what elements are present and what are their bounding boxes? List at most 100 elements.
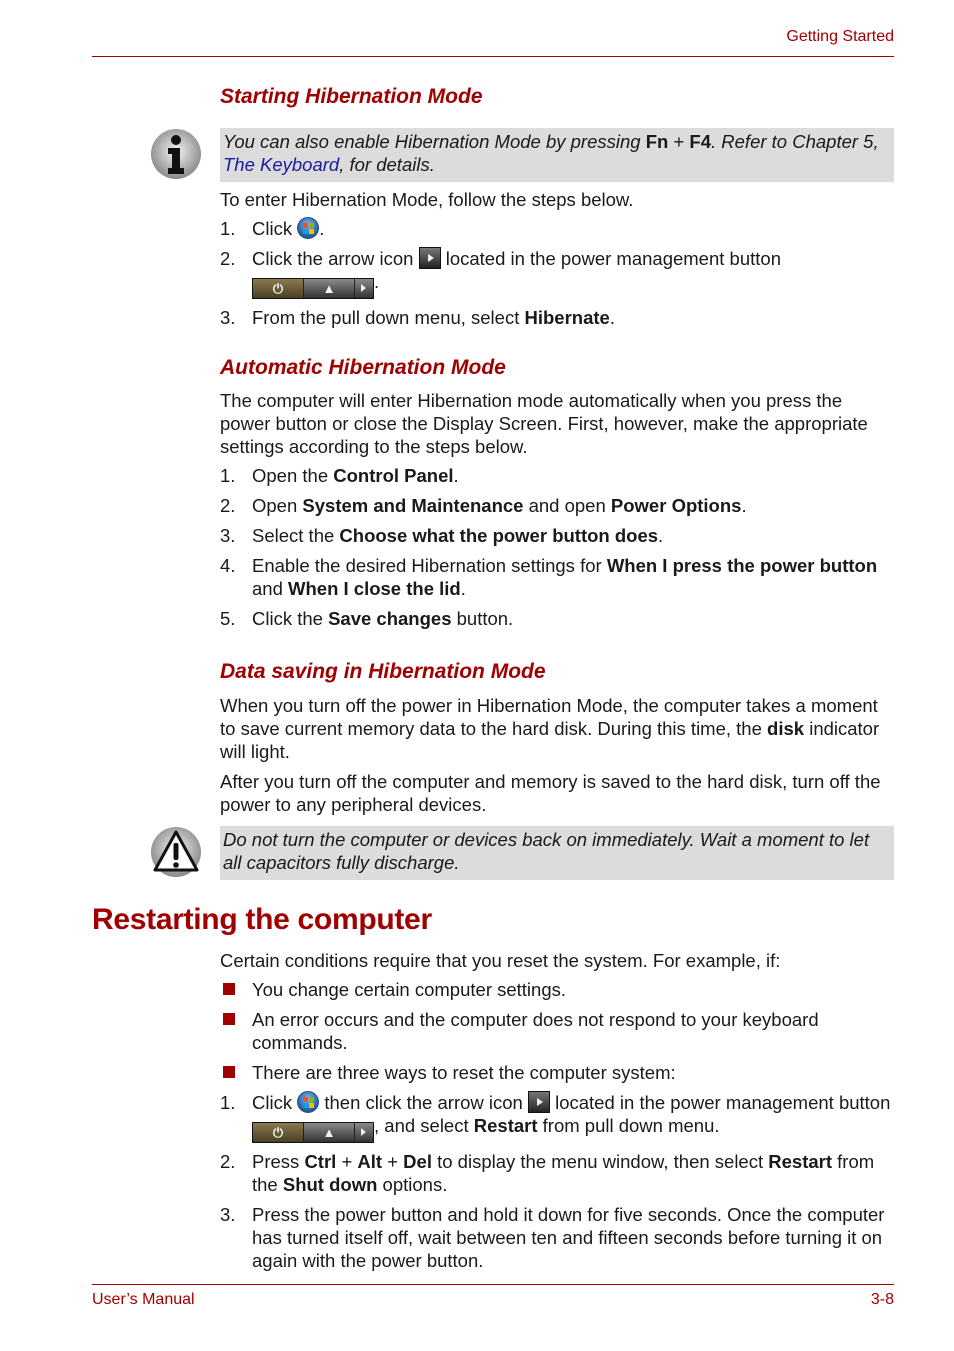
running-header: Getting Started [786,28,894,45]
steps-list: 1. Click . 2. Click the arrow icon located… [220,217,894,329]
step-text: button. [451,608,514,629]
step-text: Open the [252,465,334,486]
plus-sign: + [336,1151,358,1172]
lock-icon: ▲ [304,1123,355,1142]
step-text: Open [252,495,303,516]
footer-manual-title: User’s Manual [92,1291,195,1308]
step-text: to display the menu window, then select [431,1151,769,1172]
key-ctrl: Ctrl [304,1151,337,1172]
section-starting-hibernation-body: To enter Hibernation Mode, follow the st… [220,188,894,336]
plus-sign: + [668,131,690,152]
step-number: 1. [220,1092,236,1113]
step: 3. Press the power button and hold it dow… [220,1203,894,1272]
step-text: Click the arrow icon [252,248,419,269]
footer-divider [92,1284,894,1285]
step: 3. Select the Choose what the power butto… [220,524,894,547]
info-note: You can also enable Hibernation Mode by … [220,128,894,182]
key-alt: Alt [357,1151,383,1172]
step-text: Select the [252,525,340,546]
steps-list: 1. Open the Control Panel. 2. Open System … [220,464,894,630]
step-number: 2. [220,495,236,516]
step-number: 1. [220,218,236,239]
bullet-text: There are three ways to reset the comput… [252,1062,676,1083]
step-text: . [658,525,664,546]
square-bullet-icon [223,1013,235,1025]
step-number: 3. [220,525,236,546]
step-text: Press [252,1151,305,1172]
step-text: . [741,495,747,516]
step-bold: System and Maintenance [302,495,524,516]
steps-list: 1. Click then click the arrow icon locate… [220,1091,894,1272]
step-text: from pull down menu. [537,1115,720,1136]
bullet-text: An error occurs and the computer does no… [252,1009,819,1053]
step-bold: Control Panel [333,465,454,486]
bullet-item: There are three ways to reset the comput… [220,1061,894,1084]
bullet-item: You change certain computer settings. [220,978,894,1001]
arrow-button-icon [527,1091,550,1113]
power-management-button-icon: ⏻ ▲ [252,278,374,299]
section-title-data-saving: Data saving in Hibernation Mode [220,660,546,683]
step-text: Click [252,1092,298,1113]
step-text: From the pull down menu, select [252,307,525,328]
step: 2. Open System and Maintenance and open P… [220,494,894,517]
step: 4. Enable the desired Hibernation setting… [220,554,894,600]
step-text: located in the power management button [549,1092,891,1113]
lock-icon: ▲ [304,279,355,298]
step-text: . [319,218,325,239]
section-data-saving-body: When you turn off the power in Hibernati… [220,694,894,816]
windows-start-orb-icon [297,1091,320,1113]
step-bold: Hibernate [524,307,610,328]
warning-icon [150,826,202,878]
intro-text: To enter Hibernation Mode, follow the st… [220,189,634,210]
section-restarting-body: Certain conditions require that you rese… [220,949,894,1279]
section-automatic-hibernation-body: The computer will enter Hibernation mode… [220,389,894,637]
step-text: located in the power management button [440,248,781,269]
step: 2. Press Ctrl + Alt + Del to display the … [220,1150,894,1196]
step-bold: Power Options [610,495,742,516]
arrow-icon [355,1123,373,1142]
step-text: . [460,578,466,599]
bullet-item: An error occurs and the computer does no… [220,1008,894,1054]
step-text: . [374,271,380,292]
step: 1. Click . [220,217,894,240]
intro-text: Certain conditions require that you rese… [220,950,781,971]
bold-text: disk [767,718,805,739]
keyboard-chapter-link[interactable]: The Keyboard [223,154,339,175]
step-number: 2. [220,1151,236,1172]
step-number: 1. [220,465,236,486]
arrow-icon [355,279,373,298]
header-divider [92,56,894,57]
step-text: . [453,465,459,486]
step-text: Press the power button and hold it down … [252,1204,885,1271]
paragraph: After you turn off the computer and memo… [220,771,881,815]
arrow-button-icon [418,247,441,269]
power-icon: ⏻ [253,279,304,298]
key-del: Del [403,1151,432,1172]
step: 1. Open the Control Panel. [220,464,894,487]
heading-restarting-computer: Restarting the computer [92,903,432,936]
key-fn: Fn [645,131,669,152]
step-text: options. [377,1174,448,1195]
step-text: Click [252,218,298,239]
warning-note: Do not turn the computer or devices back… [220,826,894,880]
step-text: and [252,578,289,599]
step: 3. From the pull down menu, select Hibern… [220,306,894,329]
step-number: 3. [220,307,236,328]
key-f4: F4 [689,131,711,152]
step: 5. Click the Save changes button. [220,607,894,630]
step: 1. Click then click the arrow icon locate… [220,1091,894,1143]
step-bold: When I close the lid [288,578,461,599]
step-bold: Save changes [328,608,452,629]
note-text: . Refer to Chapter 5, [711,131,879,152]
step-text: Enable the desired Hibernation settings … [252,555,607,576]
intro-text: The computer will enter Hibernation mode… [220,390,868,457]
plus-sign: + [382,1151,404,1172]
conditions-list: You change certain computer settings. An… [220,978,894,1084]
step-number: 5. [220,608,236,629]
step-bold: Choose what the power button does [339,525,659,546]
step-text: and open [523,495,611,516]
bullet-text: You change certain computer settings. [252,979,567,1000]
step-text: then click the arrow icon [319,1092,528,1113]
square-bullet-icon [223,1066,235,1078]
step-bold: When I press the power button [606,555,878,576]
